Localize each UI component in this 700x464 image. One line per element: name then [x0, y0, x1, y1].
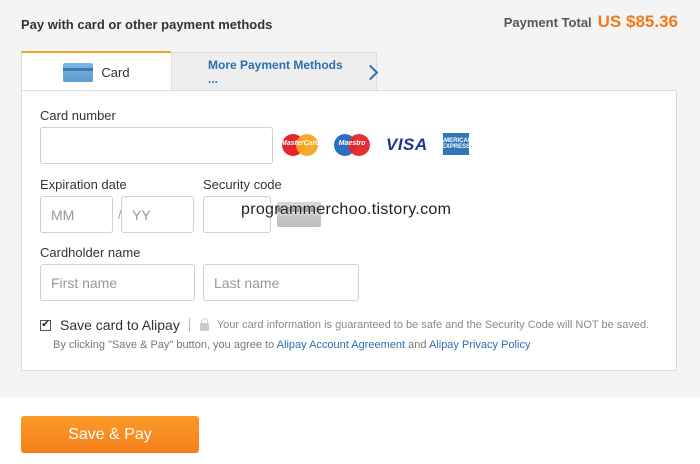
credit-card-icon — [63, 62, 94, 82]
alipay-account-agreement-link[interactable]: Alipay Account Agreement — [277, 339, 405, 351]
agreement-text: By clicking "Save & Pay" button, you agr… — [53, 339, 530, 351]
save-card-checkbox[interactable]: ✔ — [40, 319, 51, 331]
alipay-privacy-policy-link[interactable]: Alipay Privacy Policy — [429, 339, 530, 351]
watermark: programmerchoo.tistory.com — [241, 201, 452, 218]
card-form-panel: Card number MasterCard Maestro VISA AMER… — [21, 90, 677, 371]
card-number-input[interactable] — [40, 127, 273, 164]
mastercard-icon: MasterCard — [281, 133, 320, 157]
visa-icon: VISA — [386, 135, 428, 154]
agreement-middle: and — [408, 339, 427, 351]
lock-icon — [199, 318, 209, 331]
expiration-date-label: Expiration date — [40, 177, 127, 192]
save-and-pay-button[interactable]: Save & Pay — [21, 416, 199, 453]
save-card-row: ✔ Save card to Alipay Your card informat… — [40, 317, 649, 333]
maestro-text: Maestro — [338, 140, 366, 147]
tab-card[interactable]: Card — [21, 51, 171, 91]
tab-card-label: Card — [101, 64, 130, 80]
expiration-year-input[interactable] — [121, 196, 194, 233]
mastercard-text: MasterCard — [281, 140, 320, 147]
amex-text: AMERICAN EXPRESS — [440, 133, 472, 155]
page-title: Pay with card or other payment methods — [21, 17, 273, 32]
expiration-month-input[interactable] — [40, 196, 113, 233]
security-code-label: Security code — [203, 177, 282, 192]
last-name-input[interactable] — [203, 264, 359, 301]
maestro-icon: Maestro — [333, 133, 371, 157]
payment-tabs: Card More Payment Methods ... — [21, 51, 379, 91]
security-guarantee-text: Your card information is guaranteed to b… — [216, 319, 650, 331]
payment-total-amount: US $85.36 — [597, 12, 678, 31]
save-card-label[interactable]: Save card to Alipay — [60, 317, 180, 333]
chevron-right-icon — [362, 64, 379, 80]
agreement-prefix: By clicking "Save & Pay" button, you agr… — [53, 339, 275, 351]
tab-more-payment-methods[interactable]: More Payment Methods ... — [171, 52, 379, 91]
payment-total: Payment Total US $85.36 — [504, 12, 678, 32]
first-name-input[interactable] — [40, 264, 195, 301]
tab-more-label: More Payment Methods ... — [208, 58, 343, 86]
payment-total-label: Payment Total — [503, 15, 592, 30]
divider — [188, 318, 190, 332]
amex-icon: AMERICAN EXPRESS — [440, 133, 472, 155]
cardholder-name-label: Cardholder name — [40, 245, 141, 260]
card-number-label: Card number — [40, 108, 116, 123]
